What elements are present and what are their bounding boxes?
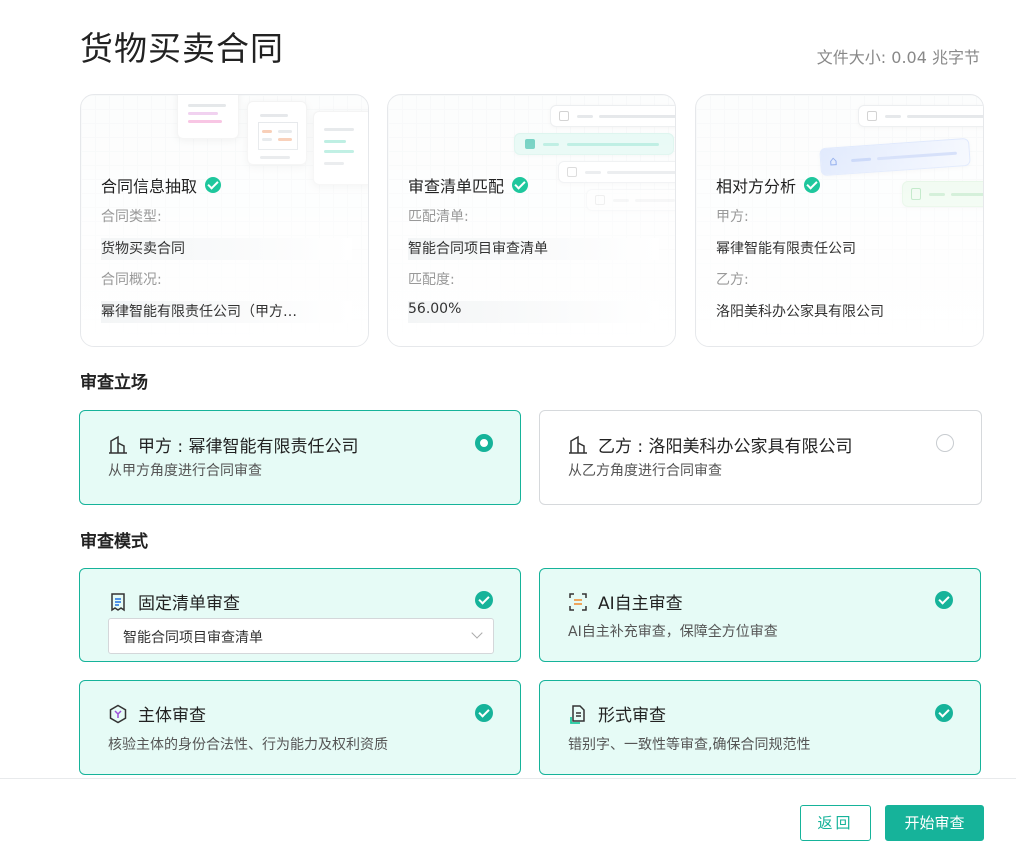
- mode-title: 固定清单审查: [138, 594, 240, 614]
- stance-title: 甲方 : 幂律智能有限责任公司: [138, 437, 359, 457]
- stance-desc: 从乙方角度进行合同审查: [568, 463, 722, 479]
- card-label: 乙方:: [716, 272, 749, 288]
- checkbox[interactable]: [475, 591, 493, 609]
- mode-option-ai[interactable]: AI自主审查 AI自主补充审查，保障全方位审查: [539, 568, 981, 662]
- select-value: 智能合同项目审查清单: [123, 630, 263, 646]
- card-label: 合同概况:: [101, 272, 162, 288]
- building-icon: [569, 435, 587, 454]
- check-icon: [804, 177, 821, 193]
- checkbox[interactable]: [935, 704, 953, 722]
- mode-title: AI自主审查: [598, 594, 683, 614]
- card-label: 匹配清单:: [408, 209, 469, 225]
- document-icon: [570, 704, 585, 724]
- card-value: 幂律智能有限责任公司（甲方…: [101, 301, 352, 323]
- card-title: 合同信息抽取: [101, 177, 198, 196]
- check-icon: [512, 177, 529, 193]
- card-value: 智能合同项目审查清单: [408, 238, 659, 260]
- radio-button[interactable]: [475, 434, 493, 452]
- stance-title: 乙方 : 洛阳美科办公家具有限公司: [598, 437, 853, 457]
- mode-title: 主体审查: [138, 706, 206, 726]
- checkbox[interactable]: [935, 591, 953, 609]
- stance-desc: 从甲方角度进行合同审查: [108, 463, 262, 479]
- card-checklist-match: 审查清单匹配 匹配清单: 智能合同项目审查清单 匹配度: 56.00%: [387, 94, 676, 347]
- building-icon: [109, 435, 127, 454]
- start-review-button[interactable]: 开始审查: [885, 805, 984, 841]
- stance-option-party-a[interactable]: 甲方 : 幂律智能有限责任公司 从甲方角度进行合同审查: [79, 410, 521, 505]
- hexagon-icon: [109, 704, 127, 723]
- mode-option-subject[interactable]: 主体审查 核验主体的身份合法性、行为能力及权利资质: [79, 680, 521, 775]
- card-value: 洛阳美科办公家具有限公司: [716, 304, 884, 320]
- card-label: 匹配度:: [408, 272, 455, 288]
- mode-option-fixed-checklist[interactable]: 固定清单审查 智能合同项目审查清单: [79, 568, 521, 662]
- radio-button[interactable]: [936, 434, 954, 452]
- card-label: 合同类型:: [101, 209, 162, 225]
- card-value: 幂律智能有限责任公司: [716, 241, 856, 257]
- checklist-select[interactable]: 智能合同项目审查清单: [108, 618, 494, 654]
- card-value: 货物买卖合同: [101, 238, 352, 260]
- check-icon: [205, 177, 222, 193]
- mode-desc: AI自主补充审查，保障全方位审查: [568, 624, 778, 640]
- back-button[interactable]: 返回: [800, 805, 871, 841]
- mode-desc: 核验主体的身份合法性、行为能力及权利资质: [108, 737, 388, 753]
- mode-option-format[interactable]: 形式审查 错别字、一致性等审查,确保合同规范性: [539, 680, 981, 775]
- checkbox[interactable]: [475, 704, 493, 722]
- section-title-stance: 审查立场: [80, 373, 148, 393]
- file-size: 文件大小: 0.04 兆字节: [816, 48, 980, 67]
- mode-desc: 错别字、一致性等审查,确保合同规范性: [568, 737, 811, 753]
- ai-scan-icon: [569, 592, 587, 611]
- mode-title: 形式审查: [598, 706, 666, 726]
- card-label: 甲方:: [716, 209, 749, 225]
- chevron-down-icon: [471, 627, 483, 639]
- card-counterparty-analysis: ⌂ 相对方分析 甲方: 幂律智能有限责任公司 乙方: 洛阳美科办公家具有限公司: [695, 94, 984, 347]
- card-contract-info: 合同信息抽取 合同类型: 货物买卖合同 合同概况: 幂律智能有限责任公司（甲方…: [80, 94, 369, 347]
- card-value: 56.00%: [408, 301, 659, 323]
- card-title: 相对方分析: [716, 177, 797, 196]
- section-title-mode: 审查模式: [80, 532, 148, 552]
- page-title: 货物买卖合同: [80, 29, 284, 68]
- footer-divider: [0, 778, 1016, 779]
- checklist-icon: [111, 592, 125, 611]
- card-title: 审查清单匹配: [408, 177, 505, 196]
- stance-option-party-b[interactable]: 乙方 : 洛阳美科办公家具有限公司 从乙方角度进行合同审查: [539, 410, 982, 505]
